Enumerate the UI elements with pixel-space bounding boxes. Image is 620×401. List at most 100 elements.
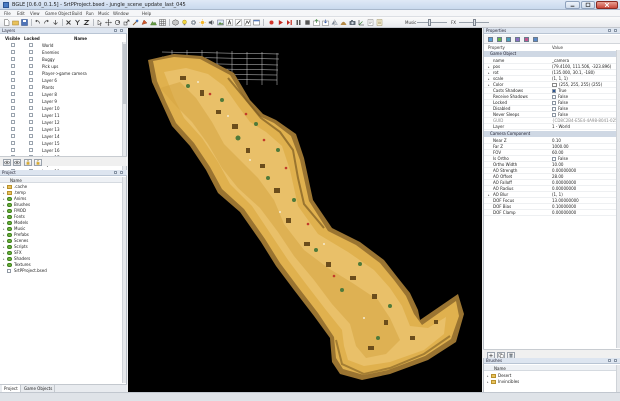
locked-checkbox[interactable] — [29, 43, 33, 47]
scene-viewport[interactable] — [128, 28, 482, 392]
component-icon[interactable] — [497, 37, 502, 42]
layer-row[interactable]: Pick ups — [0, 64, 120, 69]
snap-button[interactable] — [52, 19, 59, 26]
locked-checkbox[interactable] — [29, 85, 33, 89]
delete-button[interactable] — [65, 19, 72, 26]
light-tool-button[interactable] — [181, 19, 188, 26]
float-panel-button[interactable] — [114, 171, 117, 174]
layers-scrollbar-thumb[interactable] — [123, 44, 126, 104]
export-button[interactable] — [313, 19, 320, 26]
show-layer-button[interactable] — [3, 159, 11, 166]
properties-scrollbar[interactable] — [616, 50, 620, 348]
brushes-column-header[interactable]: Name — [484, 365, 616, 371]
property-row[interactable]: Layer 1 - World — [484, 124, 616, 130]
camera-button[interactable] — [349, 19, 356, 26]
close-panel-button[interactable] — [120, 29, 123, 32]
layer-row[interactable]: Layer 14 — [0, 134, 120, 139]
scale-tool-button[interactable] — [123, 19, 130, 26]
locked-checkbox[interactable] — [29, 92, 33, 96]
sound-button[interactable] — [208, 19, 215, 26]
visible-checkbox[interactable] — [11, 85, 15, 89]
layer-row[interactable]: Buggy — [0, 57, 120, 62]
maximize-button[interactable] — [581, 1, 595, 9]
visible-checkbox[interactable] — [11, 134, 15, 138]
menu-music[interactable]: Music — [98, 11, 109, 16]
visible-checkbox[interactable] — [11, 120, 15, 124]
float-panel-button[interactable] — [608, 359, 611, 362]
fx-volume-slider[interactable] — [473, 19, 476, 26]
visible-checkbox[interactable] — [11, 78, 15, 82]
locked-checkbox[interactable] — [29, 120, 33, 124]
close-button[interactable] — [596, 1, 618, 9]
property-column-header[interactable]: Property — [488, 45, 505, 50]
visible-column-header[interactable]: Visible — [5, 36, 20, 41]
property-checkbox[interactable] — [552, 101, 556, 105]
property-value[interactable]: 1 - World — [552, 124, 570, 130]
locked-checkbox[interactable] — [29, 134, 33, 138]
layer-row[interactable]: Enemies — [0, 50, 120, 55]
menu-window[interactable]: Window — [113, 11, 129, 16]
locked-checkbox[interactable] — [29, 113, 33, 117]
object-tool-button[interactable] — [172, 19, 179, 26]
layer-row[interactable]: Layer 10 — [0, 106, 120, 111]
terrain-paint-button[interactable] — [340, 19, 347, 26]
record-button[interactable] — [268, 19, 275, 26]
layer-row[interactable]: Layer 11 — [0, 113, 120, 118]
rotate-tool-button[interactable] — [114, 19, 121, 26]
paint-tool-button[interactable] — [141, 19, 148, 26]
menu-build[interactable]: Build — [72, 11, 82, 16]
layer-row[interactable]: World — [0, 43, 120, 48]
y-axis-button[interactable] — [74, 19, 81, 26]
path-tool-button[interactable] — [244, 19, 251, 26]
undo-button[interactable] — [34, 19, 41, 26]
minimize-button[interactable] — [565, 1, 580, 9]
layer-row[interactable]: Layer 16 — [0, 148, 120, 153]
image-button[interactable] — [217, 19, 224, 26]
locked-checkbox[interactable] — [29, 99, 33, 103]
visible-checkbox[interactable] — [11, 99, 15, 103]
gizmo-button[interactable] — [358, 19, 365, 26]
float-panel-button[interactable] — [608, 29, 611, 32]
brushes-scrollbar[interactable] — [616, 365, 620, 392]
text-tool-button[interactable] — [226, 19, 233, 26]
save-button[interactable] — [21, 19, 28, 26]
property-value[interactable]: 0.00000000 — [552, 210, 576, 216]
layer-row[interactable]: Layer 8 — [0, 92, 120, 97]
layer-row[interactable]: Layer 9 — [0, 99, 120, 104]
game-object-section[interactable]: Game Object — [484, 51, 616, 57]
select-tool-button[interactable] — [96, 19, 103, 26]
script-button[interactable] — [376, 19, 383, 26]
locked-checkbox[interactable] — [29, 106, 33, 110]
menu-edit[interactable]: Edit — [17, 11, 25, 16]
terrain-tool-button[interactable] — [150, 19, 157, 26]
info-icon[interactable] — [488, 37, 493, 42]
tab-game-objects[interactable]: Game Objects — [22, 385, 56, 392]
close-panel-button[interactable] — [614, 359, 617, 362]
visible-checkbox[interactable] — [11, 113, 15, 117]
stop-button[interactable] — [304, 19, 311, 26]
locked-checkbox[interactable] — [29, 148, 33, 152]
project-scrollbar[interactable] — [122, 177, 126, 383]
step-button[interactable] — [286, 19, 293, 26]
layer-row[interactable]: Layer 6 — [0, 78, 120, 83]
value-column-header[interactable]: Value — [552, 45, 563, 50]
locked-column-header[interactable]: Locked — [24, 36, 40, 41]
close-panel-button[interactable] — [614, 29, 617, 32]
script-component-icon[interactable] — [506, 37, 511, 42]
visible-checkbox[interactable] — [11, 92, 15, 96]
property-checkbox[interactable] — [552, 157, 556, 161]
mirror-button[interactable] — [331, 19, 338, 26]
visible-checkbox[interactable] — [11, 106, 15, 110]
redo-button[interactable] — [43, 19, 50, 26]
expand-arrow-icon[interactable]: ▸ — [487, 379, 489, 385]
locked-checkbox[interactable] — [29, 64, 33, 68]
z-axis-button[interactable] — [83, 19, 90, 26]
visible-checkbox[interactable] — [11, 57, 15, 61]
name-column-header[interactable]: Name — [74, 36, 87, 41]
layer-row[interactable]: Player->game camera — [0, 71, 120, 76]
visible-checkbox[interactable] — [11, 148, 15, 152]
locked-checkbox[interactable] — [29, 71, 33, 75]
menu-view[interactable]: View — [30, 11, 40, 16]
color-swatch[interactable] — [552, 83, 557, 87]
brush-tool-button[interactable] — [132, 19, 139, 26]
